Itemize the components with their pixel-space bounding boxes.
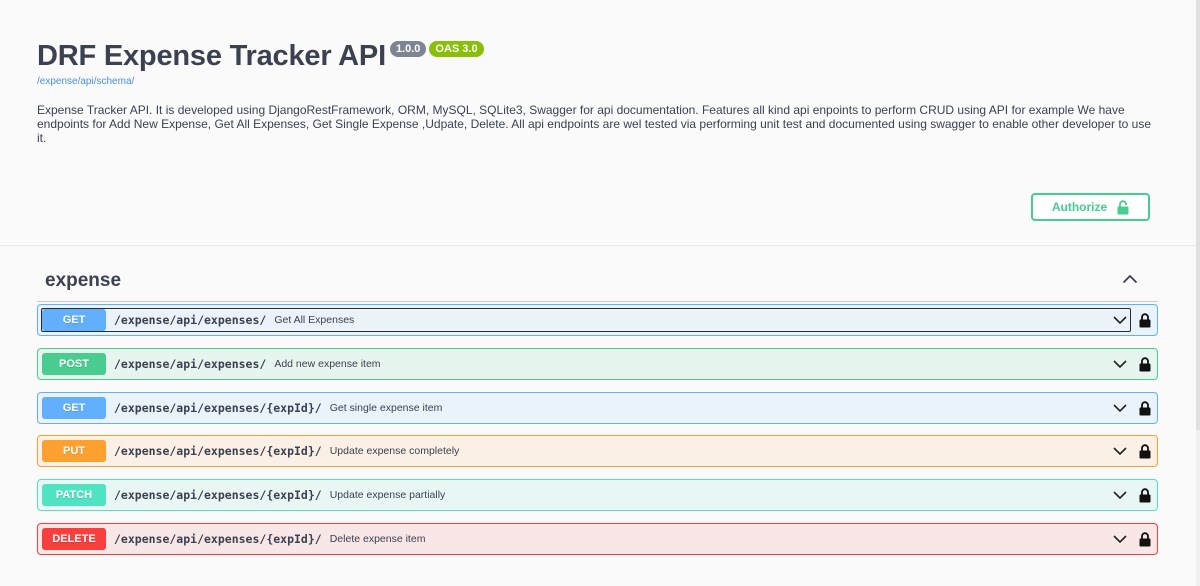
chevron-down-icon[interactable] xyxy=(1113,403,1127,413)
operation-path: /expense/api/expenses/ xyxy=(114,313,267,327)
method-badge: POST xyxy=(42,353,106,375)
tag-header-expense[interactable]: expense xyxy=(37,260,1158,302)
chevron-down-icon[interactable] xyxy=(1113,534,1127,544)
operation-path: /expense/api/expenses/ xyxy=(114,357,267,371)
operation-path: /expense/api/expenses/{expId}/ xyxy=(114,401,322,415)
scrollbar-thumb[interactable] xyxy=(1196,0,1200,430)
operation-delete-expense[interactable]: DELETE /expense/api/expenses/{expId}/ De… xyxy=(37,523,1158,555)
padlock-icon[interactable] xyxy=(1139,313,1151,328)
api-description: Expense Tracker API. It is developed usi… xyxy=(37,103,1152,145)
method-badge: GET xyxy=(42,309,106,331)
padlock-icon[interactable] xyxy=(1139,444,1151,459)
chevron-down-icon[interactable] xyxy=(1113,315,1127,325)
padlock-icon[interactable] xyxy=(1139,401,1151,416)
operation-summary: Update expense completely xyxy=(329,445,460,457)
operation-summary: Add new expense item xyxy=(274,358,381,370)
operation-update-expense-completely[interactable]: PUT /expense/api/expenses/{expId}/ Updat… xyxy=(37,435,1158,467)
method-badge: GET xyxy=(42,397,106,419)
api-info-section: DRF Expense Tracker API 1.0.0 OAS 3.0 /e… xyxy=(0,0,1200,246)
padlock-icon[interactable] xyxy=(1139,357,1151,372)
operation-path: /expense/api/expenses/{expId}/ xyxy=(114,532,322,546)
operation-summary: Get single expense item xyxy=(329,402,443,414)
operation-add-expense[interactable]: POST /expense/api/expenses/ Add new expe… xyxy=(37,348,1158,380)
version-badge: 1.0.0 xyxy=(389,41,427,57)
authorize-button[interactable]: Authorize xyxy=(1031,193,1150,221)
chevron-down-icon[interactable] xyxy=(1113,446,1127,456)
vertical-scrollbar[interactable] xyxy=(1196,0,1200,586)
page-title: DRF Expense Tracker API xyxy=(37,40,386,72)
chevron-down-icon[interactable] xyxy=(1113,490,1127,500)
operation-summary: Update expense partially xyxy=(329,489,446,501)
padlock-icon[interactable] xyxy=(1139,532,1151,547)
tag-name: expense xyxy=(45,270,122,291)
operation-summary: Delete expense item xyxy=(329,533,426,545)
chevron-up-icon[interactable] xyxy=(1122,273,1138,285)
operation-summary: Get All Expenses xyxy=(274,314,355,326)
method-badge: PATCH xyxy=(42,484,106,506)
title-row: DRF Expense Tracker API 1.0.0 OAS 3.0 xyxy=(37,39,484,73)
schema-link[interactable]: /expense/api/schema/ xyxy=(37,76,134,87)
oas-badge: OAS 3.0 xyxy=(429,41,484,57)
chevron-down-icon[interactable] xyxy=(1113,359,1127,369)
method-badge: DELETE xyxy=(42,528,106,550)
unlocked-padlock-icon xyxy=(1117,199,1129,214)
operation-path: /expense/api/expenses/{expId}/ xyxy=(114,444,322,458)
operation-update-expense-partially[interactable]: PATCH /expense/api/expenses/{expId}/ Upd… xyxy=(37,479,1158,511)
authorize-label: Authorize xyxy=(1051,200,1108,214)
operation-get-all-expenses[interactable]: GET /expense/api/expenses/ Get All Expen… xyxy=(37,304,1158,336)
operation-path: /expense/api/expenses/{expId}/ xyxy=(114,488,322,502)
expense-tag-section: expense GET /expense/api/expenses/ Get A… xyxy=(37,260,1158,555)
method-badge: PUT xyxy=(42,440,106,462)
operation-get-single-expense[interactable]: GET /expense/api/expenses/{expId}/ Get s… xyxy=(37,392,1158,424)
padlock-icon[interactable] xyxy=(1139,488,1151,503)
